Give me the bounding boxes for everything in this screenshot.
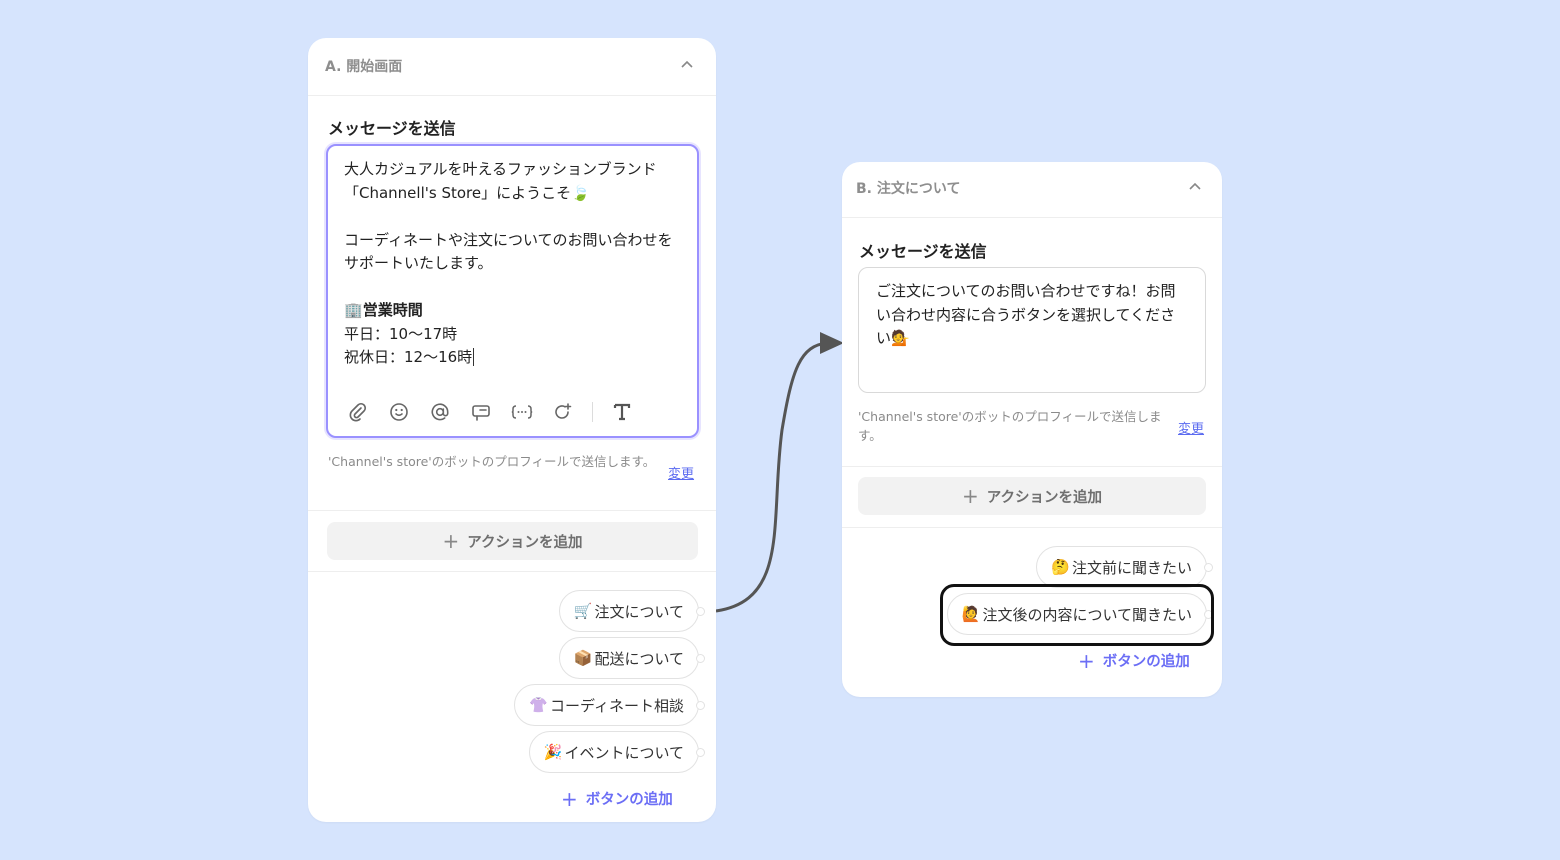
cart-icon: 🛒: [573, 602, 593, 620]
editor-toolbar: [346, 400, 634, 424]
divider: [308, 510, 716, 511]
chevron-up-icon[interactable]: [680, 58, 694, 72]
mention-icon[interactable]: [428, 400, 452, 424]
add-action-button[interactable]: + アクションを追加: [327, 522, 698, 560]
emoji-icon[interactable]: [387, 400, 411, 424]
paperclip-icon[interactable]: [346, 400, 370, 424]
card-title: A. 開始画面: [325, 59, 403, 75]
button-chip-shipping[interactable]: 📦 配送について: [558, 637, 705, 679]
party-popper-icon: 🎉: [543, 743, 563, 761]
hours-weekday: 平日：10〜17時: [344, 324, 458, 343]
section-title: メッセージを送信: [328, 119, 456, 138]
refresh-icon[interactable]: [551, 400, 575, 424]
hours-holiday: 祝休日：12〜16時: [344, 348, 473, 366]
plus-icon: +: [442, 529, 460, 553]
card-title: B. 注文について: [856, 181, 961, 197]
message-paragraph-2: コーディネートや注文についてのお問い合わせをサポートいたします。: [344, 230, 673, 273]
connection-handle[interactable]: [696, 654, 705, 663]
divider: [842, 527, 1222, 528]
thinking-face-icon: 🤔: [1051, 558, 1070, 576]
add-button-label: ボタンの追加: [1102, 654, 1190, 670]
tag-icon[interactable]: [469, 400, 493, 424]
chip-label: 配送について: [594, 649, 684, 668]
add-action-label: アクションを追加: [467, 534, 583, 551]
chevron-up-icon[interactable]: [1188, 180, 1202, 194]
shirt-icon: 👚: [529, 696, 549, 714]
connection-handle[interactable]: [1204, 563, 1213, 572]
toolbar-separator: [592, 402, 593, 422]
message-paragraph-1: 大人カジュアルを叶えるファッションブランド「Channell's Store」に…: [344, 160, 657, 202]
highlight-box: [940, 584, 1214, 646]
variable-icon[interactable]: [510, 400, 534, 424]
package-icon: 📦: [573, 649, 593, 667]
divider: [308, 571, 716, 572]
hours-title: 営業時間: [362, 301, 423, 319]
chip-label: コーディネート相談: [550, 696, 684, 715]
message-editor[interactable]: ご注文についてのお問い合わせですね！お問い合わせ内容に合うボタンを選択してくださ…: [858, 267, 1206, 393]
message-text[interactable]: ご注文についてのお問い合わせですね！お問い合わせ内容に合うボタンを選択してくださ…: [876, 280, 1189, 351]
text-cursor: [473, 348, 475, 366]
plus-icon: +: [961, 484, 979, 508]
card-start-screen: A. 開始画面 メッセージを送信 大人カジュアルを叶えるファッションブランド「C…: [308, 38, 716, 822]
change-link[interactable]: 変更: [1178, 418, 1204, 437]
add-action-button[interactable]: + アクションを追加: [858, 477, 1206, 515]
connection-handle[interactable]: [696, 607, 705, 616]
flow-connector-arrow: [715, 332, 844, 613]
button-chip-coordinate[interactable]: 👚 コーディネート相談: [514, 684, 705, 726]
profile-note: 'Channel's store'のボットのプロフィールで送信します。: [328, 454, 656, 469]
message-editor[interactable]: 大人カジュアルを叶えるファッションブランド「Channell's Store」に…: [326, 144, 699, 438]
hours-icon: 🏢: [344, 301, 363, 319]
add-action-label: アクションを追加: [986, 489, 1103, 506]
chip-label: 注文前に聞きたい: [1071, 558, 1192, 577]
chip-label: イベントについて: [564, 743, 684, 762]
chip-label: 注文について: [594, 602, 684, 621]
connection-handle[interactable]: [696, 748, 705, 757]
text-format-icon[interactable]: [610, 400, 634, 424]
message-text[interactable]: 大人カジュアルを叶えるファッションブランド「Channell's Store」に…: [344, 158, 683, 370]
add-button-link[interactable]: + ボタンの追加: [1078, 650, 1190, 671]
button-chip-before-order[interactable]: 🤔 注文前に聞きたい: [1036, 546, 1213, 588]
divider: [842, 466, 1222, 467]
connection-handle[interactable]: [696, 701, 705, 710]
card-header[interactable]: A. 開始画面: [308, 38, 716, 96]
card-header[interactable]: B. 注文について: [842, 162, 1222, 218]
plus-icon: +: [561, 786, 578, 811]
section-title: メッセージを送信: [859, 242, 987, 261]
change-link[interactable]: 変更: [668, 463, 694, 482]
add-button-label: ボタンの追加: [585, 792, 673, 808]
button-chip-order[interactable]: 🛒 注文について: [558, 590, 705, 632]
profile-note: 'Channel's store'のボットのプロフィールで送信します。: [858, 409, 1162, 443]
add-button-link[interactable]: + ボタンの追加: [561, 788, 673, 809]
plus-icon: +: [1078, 648, 1095, 673]
button-chip-event[interactable]: 🎉 イベントについて: [528, 731, 705, 773]
